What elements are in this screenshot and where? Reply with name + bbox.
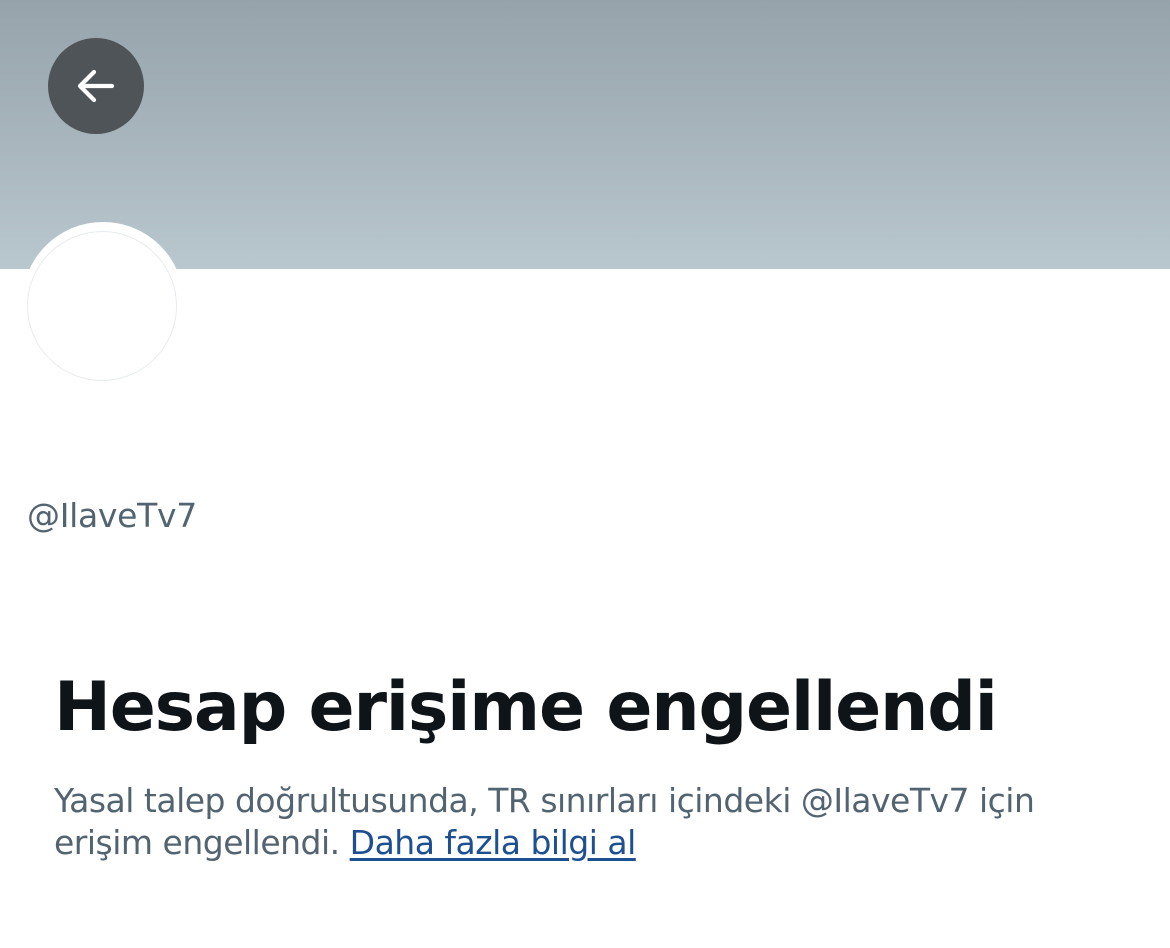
profile-handle: @IlaveTv7 xyxy=(27,496,197,535)
arrow-left-icon xyxy=(74,64,118,108)
learn-more-link[interactable]: Daha fazla bilgi al xyxy=(350,823,637,862)
profile-banner xyxy=(0,0,1170,269)
avatar-ring xyxy=(22,222,184,384)
withheld-description-line2: erişim engellendi. xyxy=(54,823,340,862)
back-button[interactable] xyxy=(48,38,144,134)
avatar xyxy=(27,231,177,381)
withheld-title: Hesap erişime engellendi xyxy=(54,668,998,747)
withheld-description: Yasal talep doğrultusunda, TR sınırları … xyxy=(54,780,1104,864)
withheld-description-line1: Yasal talep doğrultusunda, TR sınırları … xyxy=(54,781,1035,820)
